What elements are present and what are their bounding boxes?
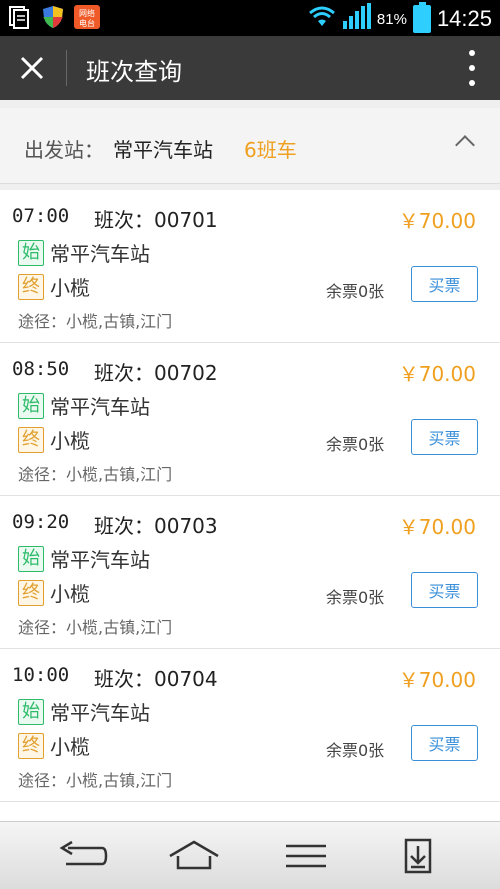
trip-route: 途径：小榄,古镇,江门 — [18, 465, 173, 484]
action-bar-divider — [66, 50, 67, 86]
end-badge-icon: 终 — [18, 273, 44, 300]
trip-price: ￥70.00 — [398, 209, 476, 233]
close-icon[interactable] — [14, 50, 50, 86]
remaining-tickets: 余票0张 — [326, 435, 385, 454]
trip-price: ￥70.00 — [398, 515, 476, 539]
network-app-icon: 网络 电台 — [74, 4, 100, 30]
start-badge-icon: 始 — [18, 698, 44, 725]
remaining-tickets: 余票0张 — [326, 741, 385, 760]
end-stop-name: 小榄 — [50, 276, 90, 300]
trip-price: ￥70.00 — [398, 668, 476, 692]
battery-icon — [412, 2, 431, 33]
buy-ticket-button[interactable]: 买票 — [411, 725, 478, 761]
chevron-up-icon[interactable] — [455, 135, 475, 155]
trip-card[interactable]: 10:00 班次：00704 ￥70.00 始 常平汽车站 终 小榄 途径：小榄… — [0, 649, 500, 802]
trip-card[interactable]: 08:50 班次：00702 ￥70.00 始 常平汽车站 终 小榄 途径：小榄… — [0, 343, 500, 496]
buy-ticket-button[interactable]: 买票 — [411, 266, 478, 302]
trip-price: ￥70.00 — [398, 362, 476, 386]
trip-route: 途径：小榄,古镇,江门 — [18, 312, 173, 331]
page-title: 班次查询 — [86, 58, 182, 86]
action-bar: 班次查询 — [0, 36, 500, 100]
station-label: 出发站： — [24, 138, 104, 162]
remaining-tickets: 余票0张 — [326, 588, 385, 607]
start-badge-icon: 始 — [18, 545, 44, 572]
end-stop: 终 小榄 — [18, 425, 90, 454]
end-stop-name: 小榄 — [50, 582, 90, 606]
start-stop: 始 常平汽车站 — [18, 238, 150, 267]
end-stop-name: 小榄 — [50, 429, 90, 453]
trip-time: 10:00 — [12, 664, 70, 686]
network-app-label-bottom: 电台 — [79, 18, 95, 28]
trip-card[interactable]: 07:00 班次：00701 ￥70.00 始 常平汽车站 终 小榄 途径：小榄… — [0, 190, 500, 343]
trip-time: 09:20 — [12, 511, 70, 533]
shield-icon — [40, 4, 66, 30]
buy-ticket-button[interactable]: 买票 — [411, 419, 478, 455]
network-app-label-top: 网络 — [79, 8, 95, 18]
start-stop-name: 常平汽车站 — [50, 395, 150, 419]
download-icon[interactable] — [388, 836, 448, 876]
end-stop: 终 小榄 — [18, 272, 90, 301]
start-stop-name: 常平汽车站 — [50, 242, 150, 266]
trip-shift: 班次：00703 — [94, 514, 218, 538]
trip-shift: 班次：00702 — [94, 361, 218, 385]
start-stop-name: 常平汽车站 — [50, 701, 150, 725]
remaining-tickets: 余票0张 — [326, 282, 385, 301]
station-name: 常平汽车站 — [113, 138, 213, 162]
end-badge-icon: 终 — [18, 579, 44, 606]
status-bar: 网络 电台 81% 14:25 — [0, 0, 500, 36]
trip-route: 途径：小榄,古镇,江门 — [18, 771, 173, 790]
trip-shift: 班次：00704 — [94, 667, 218, 691]
back-icon[interactable] — [52, 836, 112, 876]
start-stop: 始 常平汽车站 — [18, 544, 150, 573]
trip-shift: 班次：00701 — [94, 208, 218, 232]
system-nav-bar — [0, 821, 500, 889]
end-badge-icon: 终 — [18, 732, 44, 759]
start-stop-name: 常平汽车站 — [50, 548, 150, 572]
clock: 14:25 — [436, 6, 492, 31]
buy-ticket-button[interactable]: 买票 — [411, 572, 478, 608]
station-header[interactable]: 出发站： 常平汽车站 6班车 — [0, 108, 500, 184]
end-badge-icon: 终 — [18, 426, 44, 453]
trip-time: 08:50 — [12, 358, 70, 380]
start-badge-icon: 始 — [18, 239, 44, 266]
end-stop-name: 小榄 — [50, 735, 90, 759]
more-options-icon[interactable] — [466, 50, 478, 86]
start-stop: 始 常平汽车站 — [18, 391, 150, 420]
notes-icon — [6, 4, 32, 30]
status-bar-notifications: 网络 电台 — [6, 4, 100, 30]
trip-list: 07:00 班次：00701 ￥70.00 始 常平汽车站 终 小榄 途径：小榄… — [0, 190, 500, 802]
end-stop: 终 小榄 — [18, 731, 90, 760]
battery-percent: 81% — [376, 10, 407, 28]
status-bar-system: 81% 14:25 — [307, 2, 492, 35]
trip-route: 途径：小榄,古镇,江门 — [18, 618, 173, 637]
start-badge-icon: 始 — [18, 392, 44, 419]
start-stop: 始 常平汽车站 — [18, 697, 150, 726]
trip-time: 07:00 — [12, 205, 70, 227]
signal-icon — [342, 3, 371, 35]
trip-count: 6班车 — [244, 138, 297, 162]
end-stop: 终 小榄 — [18, 578, 90, 607]
home-icon[interactable] — [164, 836, 224, 876]
menu-icon[interactable] — [276, 836, 336, 876]
wifi-icon — [307, 4, 337, 34]
screen: 网络 电台 81% 14:25 班次查询 出发站： 常平汽车站 6班车 07:0… — [0, 0, 500, 889]
trip-card[interactable]: 09:20 班次：00703 ￥70.00 始 常平汽车站 终 小榄 途径：小榄… — [0, 496, 500, 649]
